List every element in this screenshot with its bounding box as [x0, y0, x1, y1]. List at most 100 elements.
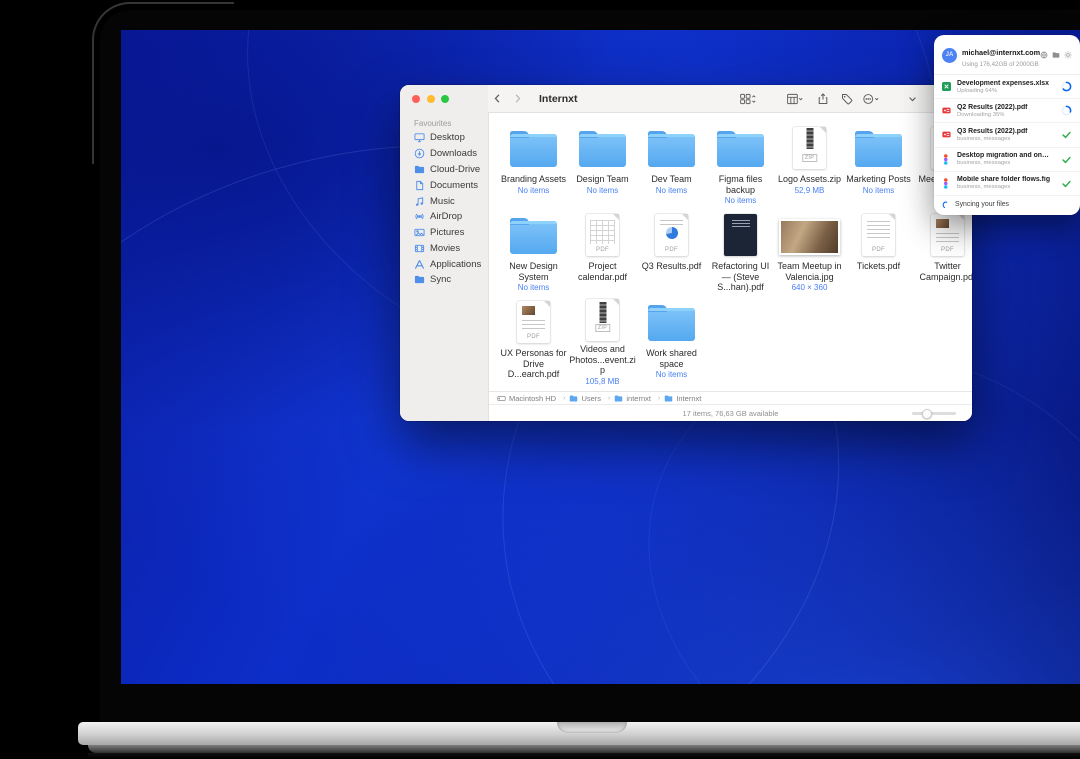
- file-item[interactable]: PDF UX Personas for Drive D...earch.pdf: [499, 299, 568, 386]
- document-icon: [414, 180, 425, 191]
- file-item[interactable]: Dev Team No items: [637, 125, 706, 212]
- avatar: JA: [942, 48, 957, 63]
- folder-icon[interactable]: [1052, 51, 1060, 59]
- gear-icon[interactable]: [1064, 51, 1072, 59]
- file-meta: 52,9 MB: [795, 186, 825, 195]
- tag-icon[interactable]: [841, 92, 853, 105]
- file-icon: [568, 125, 637, 171]
- breadcrumb-item[interactable]: Internxt ›: [664, 394, 701, 403]
- file-item[interactable]: Branding Assets No items: [499, 125, 568, 212]
- file-item[interactable]: Work shared space No items: [637, 299, 706, 386]
- sidebar-item-label: AirDrop: [430, 211, 462, 222]
- file-item[interactable]: Design Team No items: [568, 125, 637, 212]
- sidebar-item[interactable]: Music: [400, 193, 488, 209]
- breadcrumb-label: Users: [581, 394, 601, 403]
- file-item[interactable]: PDF Tickets.pdf: [844, 212, 913, 299]
- sync-file-row[interactable]: Q3 Results (2022).pdf business, messages: [934, 123, 1080, 147]
- file-meta: No items: [518, 186, 550, 195]
- file-name: Design Team: [576, 174, 628, 185]
- window-title: Internxt: [539, 93, 578, 105]
- file-item[interactable]: PDF Project calendar.pdf: [568, 212, 637, 299]
- breadcrumb-item[interactable]: Users ›: [569, 394, 614, 403]
- music-icon: [414, 196, 425, 207]
- file-icon: [844, 125, 913, 171]
- sidebar-item[interactable]: Desktop: [400, 130, 488, 146]
- file-icon: PDF: [844, 212, 913, 258]
- icon-size-slider[interactable]: [912, 412, 956, 415]
- file-item[interactable]: ZIP Videos and Photos...event.zip 105,8 …: [568, 299, 637, 386]
- file-item[interactable]: New Design System No items: [499, 212, 568, 299]
- sidebar-item-label: Pictures: [430, 227, 464, 238]
- sidebar-item-label: Documents: [430, 180, 478, 191]
- sync-file-name: Development expenses.xlsx: [957, 80, 1053, 87]
- sidebar-item[interactable]: AirDrop: [400, 209, 488, 225]
- file-name: Tickets.pdf: [857, 261, 900, 272]
- nav-controls: Internxt: [492, 85, 578, 112]
- zoom-button[interactable]: [441, 95, 449, 103]
- sync-file-row[interactable]: Desktop migration and onboardi... busine…: [934, 148, 1080, 172]
- file-meta: No items: [725, 196, 757, 205]
- file-icon: [706, 212, 775, 258]
- sync-file-row[interactable]: Q2 Results (2022).pdf Downloading 35%: [934, 99, 1080, 123]
- file-item[interactable]: PDF Q3 Results.pdf: [637, 212, 706, 299]
- hd-icon: [497, 394, 506, 403]
- sync-file-status: business, messages: [957, 160, 1057, 166]
- sidebar-item[interactable]: Downloads: [400, 146, 488, 162]
- group-view-icon[interactable]: [786, 92, 804, 105]
- laptop-base-edge: [88, 745, 1080, 753]
- file-name: Marketing Posts: [846, 174, 911, 185]
- breadcrumb-label: Internxt: [676, 394, 701, 403]
- folder-icon: [414, 274, 425, 285]
- close-button[interactable]: [412, 95, 420, 103]
- progress-ring: [1061, 105, 1072, 116]
- forward-button[interactable]: [512, 93, 523, 104]
- sync-file-row[interactable]: Mobile share folder flows.fig business, …: [934, 172, 1080, 196]
- file-item[interactable]: Marketing Posts No items: [844, 125, 913, 212]
- minimize-button[interactable]: [427, 95, 435, 103]
- sidebar-item[interactable]: Applications: [400, 256, 488, 272]
- file-name: New Design System: [500, 261, 568, 282]
- figma-icon: [942, 178, 951, 189]
- laptop-shadow: [88, 753, 1080, 758]
- grid-view-icon[interactable]: [739, 92, 757, 105]
- file-name: Logo Assets.zip: [778, 174, 841, 185]
- file-name: Work shared space: [638, 348, 706, 369]
- file-item[interactable]: ZIP Logo Assets.zip 52,9 MB: [775, 125, 844, 212]
- sidebar-item[interactable]: Pictures: [400, 225, 488, 241]
- file-meta: No items: [518, 283, 550, 292]
- file-meta: No items: [587, 186, 619, 195]
- file-meta: 640 × 360: [792, 283, 828, 292]
- finder-content: Branding Assets No items Design Team No …: [489, 113, 972, 421]
- file-icon: PDF: [637, 212, 706, 258]
- chevron-down-icon[interactable]: [907, 92, 918, 105]
- sync-spinner-icon: [942, 201, 950, 209]
- globe-icon[interactable]: [1040, 51, 1048, 59]
- sync-file-row[interactable]: Development expenses.xlsx Uploading 64%: [934, 75, 1080, 99]
- slider-knob[interactable]: [922, 409, 932, 419]
- file-item[interactable]: PDF Twitter Campaign.pdf: [913, 212, 972, 299]
- breadcrumb-item[interactable]: Macintosh HD ›: [497, 394, 569, 403]
- airdrop-icon: [414, 211, 425, 222]
- share-icon[interactable]: [817, 92, 829, 105]
- file-name: Dev Team: [651, 174, 691, 185]
- downloads-icon: [414, 148, 425, 159]
- status-text: 17 items, 76,63 GB available: [683, 409, 779, 418]
- back-button[interactable]: [492, 93, 503, 104]
- mini-folder-icon: [664, 394, 673, 403]
- more-actions-icon[interactable]: [862, 92, 880, 105]
- sidebar-item[interactable]: Movies: [400, 240, 488, 256]
- file-item[interactable]: Team Meetup in Valencia.jpg 640 × 360: [775, 212, 844, 299]
- sidebar-item[interactable]: Sync: [400, 272, 488, 288]
- sync-footer-text: Syncing your files: [955, 201, 1009, 208]
- sidebar-item[interactable]: Documents: [400, 177, 488, 193]
- file-item[interactable]: Figma files backup No items: [706, 125, 775, 212]
- file-name: Refactoring UI — (Steve S...han).pdf: [707, 261, 775, 293]
- sync-file-name: Q2 Results (2022).pdf: [957, 104, 1053, 111]
- path-bar: Macintosh HD › Users › internxt › Intern…: [489, 391, 972, 405]
- breadcrumb-label: internxt: [626, 394, 651, 403]
- sidebar-item[interactable]: Cloud-Drive: [400, 162, 488, 178]
- popup-footer: Syncing your files: [934, 196, 1080, 215]
- mini-folder-icon: [614, 394, 623, 403]
- file-item[interactable]: Refactoring UI — (Steve S...han).pdf: [706, 212, 775, 299]
- breadcrumb-item[interactable]: internxt ›: [614, 394, 664, 403]
